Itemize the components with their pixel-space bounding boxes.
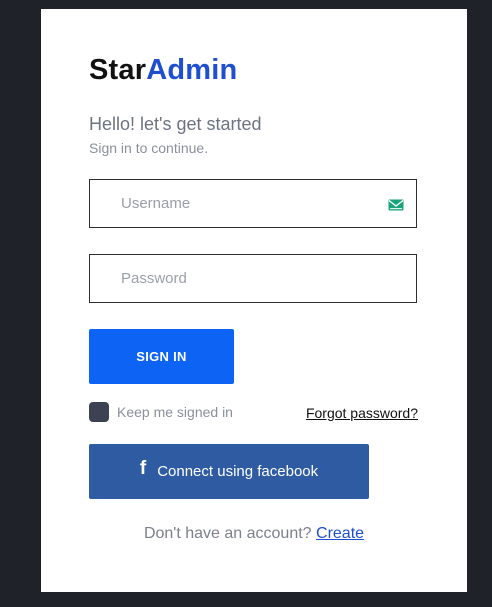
brand-logo-primary: Star <box>89 54 147 86</box>
login-card: StarAdmin Hello! let's get started Sign … <box>41 9 467 592</box>
signup-prompt: Don't have an account? Create <box>41 525 467 543</box>
facebook-connect-button[interactable]: f Connect using facebook <box>89 444 369 499</box>
keep-signed-in-checkbox[interactable] <box>89 402 109 422</box>
password-field <box>89 254 417 303</box>
mail-icon <box>388 199 404 211</box>
password-input[interactable] <box>90 255 416 302</box>
facebook-connect-label: Connect using facebook <box>157 463 319 480</box>
signin-subtitle: Sign in to continue. <box>89 140 209 156</box>
facebook-icon: f <box>139 457 147 479</box>
brand-logo-accent: Admin <box>146 54 238 86</box>
signup-prompt-text: Don't have an account? <box>143 525 312 542</box>
keep-signed-in-label: Keep me signed in <box>117 404 233 420</box>
keep-signed-in[interactable]: Keep me signed in <box>89 402 233 422</box>
create-account-link[interactable]: Create <box>316 525 364 542</box>
forgot-password-link[interactable]: Forgot password? <box>306 405 418 421</box>
username-input[interactable] <box>90 180 416 227</box>
brand-logo: StarAdmin <box>89 53 237 87</box>
sign-in-button[interactable]: SIGN IN <box>89 329 234 384</box>
greeting-heading: Hello! let's get started <box>89 114 262 134</box>
username-field <box>89 179 417 228</box>
